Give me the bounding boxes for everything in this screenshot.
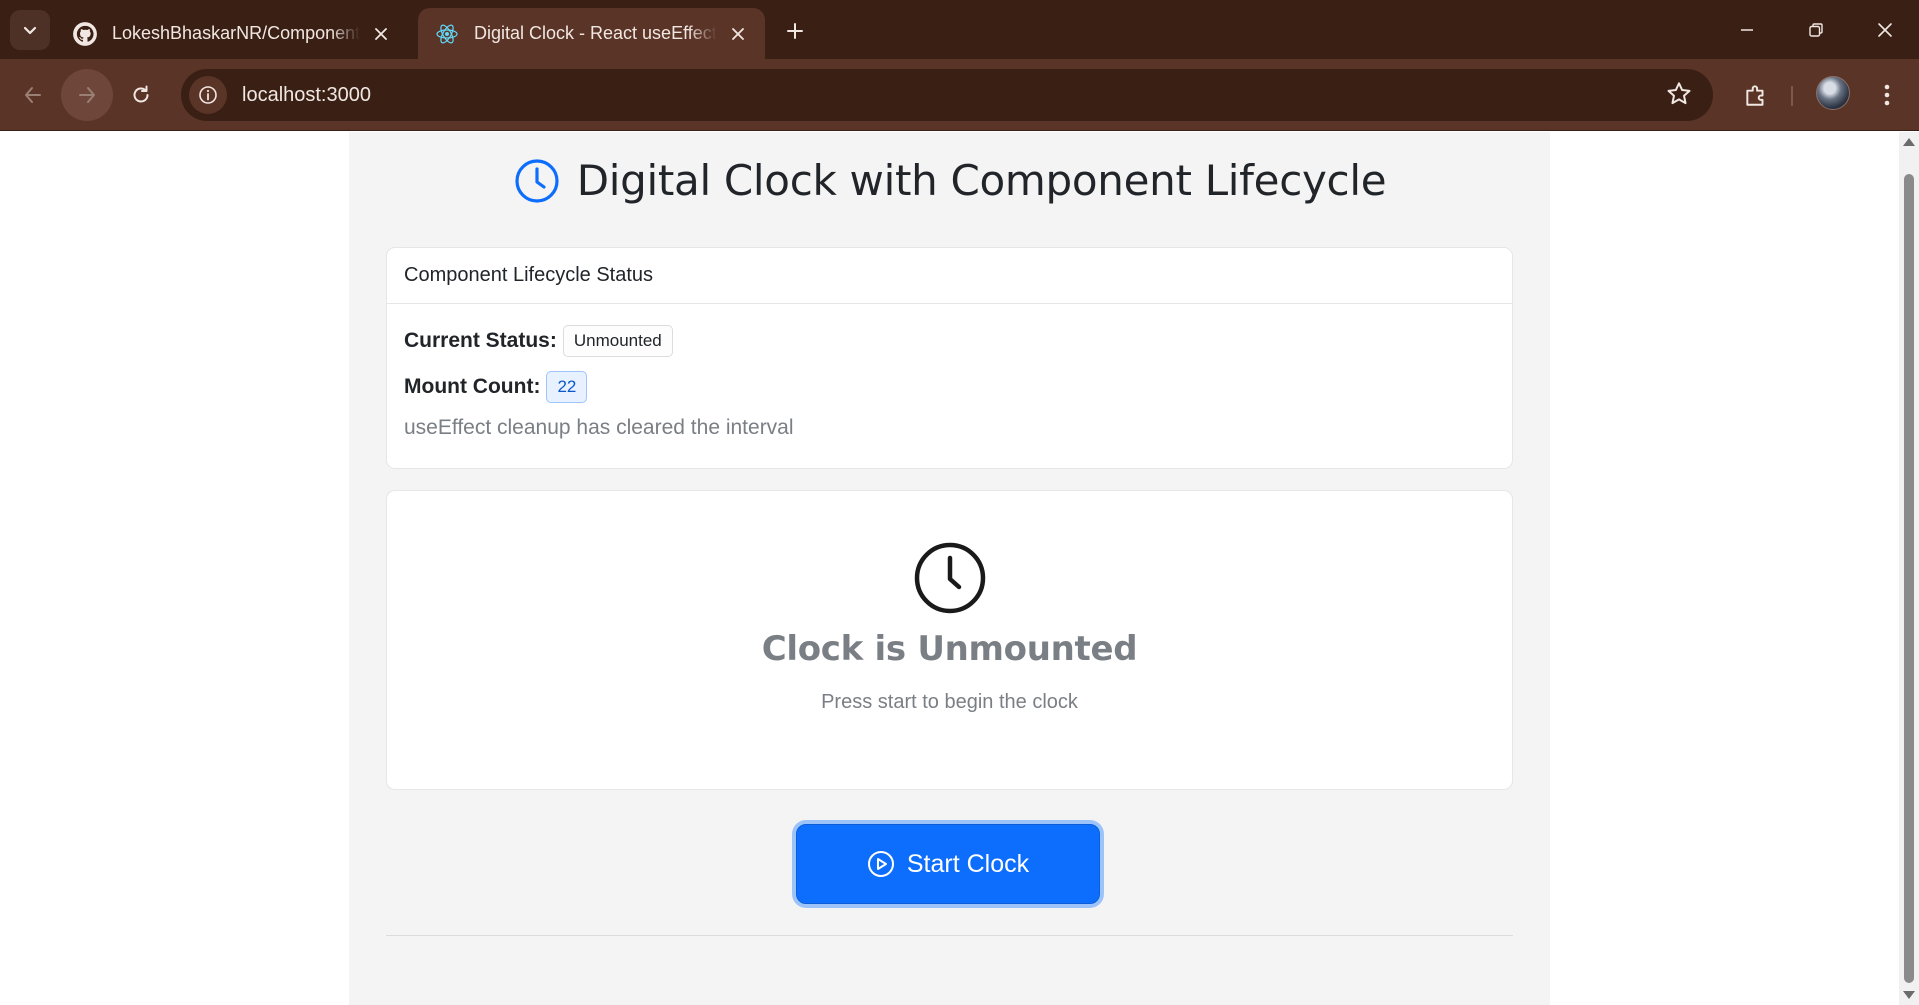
clock-status-subtitle: Press start to begin the clock (821, 691, 1078, 713)
back-button[interactable] (7, 69, 59, 121)
restore-button[interactable] (1793, 10, 1839, 50)
arrow-left-icon (25, 87, 41, 103)
play-circle-icon (867, 851, 894, 877)
reload-icon (133, 85, 149, 103)
plus-icon (787, 23, 803, 39)
scroll-down-arrow[interactable] (1903, 991, 1915, 999)
profile-avatar[interactable] (1816, 76, 1850, 110)
clock-icon (914, 542, 985, 614)
mount-count-row: Mount Count: 22 (404, 370, 1495, 404)
extensions-icon[interactable] (1737, 76, 1775, 114)
page-title: Digital Clock with Component Lifecycle (576, 156, 1387, 205)
more-menu-icon[interactable] (1868, 76, 1906, 114)
github-icon (72, 21, 98, 47)
mount-count-badge: 22 (546, 371, 588, 403)
page-header: Digital Clock with Component Lifecycle (349, 156, 1550, 205)
tab-title: LokeshBhaskarNR/Component_ (112, 23, 360, 43)
current-status-row: Current Status: Unmounted (404, 324, 1495, 358)
toolbar-separator (1791, 86, 1793, 106)
page-viewport: Digital Clock with Component Lifecycle C… (0, 132, 1899, 1005)
card-header: Component Lifecycle Status (387, 248, 1512, 304)
clock-icon (515, 158, 559, 203)
card-body: Current Status: Unmounted Mount Count: 2… (387, 304, 1512, 440)
bookmark-star-icon[interactable] (1665, 80, 1693, 113)
browser-tab-digital-clock[interactable]: Digital Clock - React useEffect Demo (418, 8, 765, 59)
browser-tab-github[interactable]: LokeshBhaskarNR/Component_ (56, 8, 408, 59)
mount-count-label: Mount Count: (404, 375, 541, 398)
reload-button[interactable] (115, 69, 167, 121)
minimize-button[interactable] (1724, 10, 1770, 50)
tab-search-button[interactable] (10, 10, 50, 50)
tab-title: Digital Clock - React useEffect Demo (474, 23, 717, 43)
address-bar[interactable]: localhost:3000 (181, 69, 1713, 121)
start-clock-button[interactable]: Start Clock (796, 824, 1100, 904)
url-text[interactable]: localhost:3000 (242, 84, 371, 107)
chevron-down-icon (23, 26, 37, 35)
scroll-thumb[interactable] (1904, 174, 1914, 983)
start-clock-label: Start Clock (906, 849, 1030, 878)
site-info-icon[interactable] (189, 76, 227, 114)
minimize-icon (1741, 29, 1753, 31)
close-icon (1878, 23, 1892, 37)
close-tab-icon[interactable] (727, 23, 749, 45)
current-status-label: Current Status: (404, 329, 557, 352)
status-badge: Unmounted (562, 325, 673, 357)
react-icon (434, 21, 460, 47)
close-window-button[interactable] (1862, 10, 1908, 50)
arrow-right-icon (79, 87, 95, 103)
scroll-up-arrow[interactable] (1903, 138, 1915, 146)
close-tab-icon[interactable] (370, 23, 392, 45)
page-scrollbar[interactable] (1899, 132, 1919, 1005)
browser-tabstrip: LokeshBhaskarNR/Component_ Digital Clock… (0, 0, 1919, 59)
forward-button[interactable] (61, 69, 113, 121)
new-tab-button[interactable] (778, 14, 812, 48)
app-container: Digital Clock with Component Lifecycle C… (349, 132, 1550, 1005)
footer-divider (386, 935, 1513, 936)
clock-status-title: Clock is Unmounted (761, 629, 1138, 669)
lifecycle-status-card: Component Lifecycle Status Current Statu… (386, 247, 1513, 469)
clock-display-card: Clock is Unmounted Press start to begin … (386, 490, 1513, 790)
cleanup-note: useEffect cleanup has cleared the interv… (404, 416, 794, 439)
restore-icon (1809, 23, 1823, 37)
browser-toolbar: localhost:3000 (0, 59, 1919, 131)
